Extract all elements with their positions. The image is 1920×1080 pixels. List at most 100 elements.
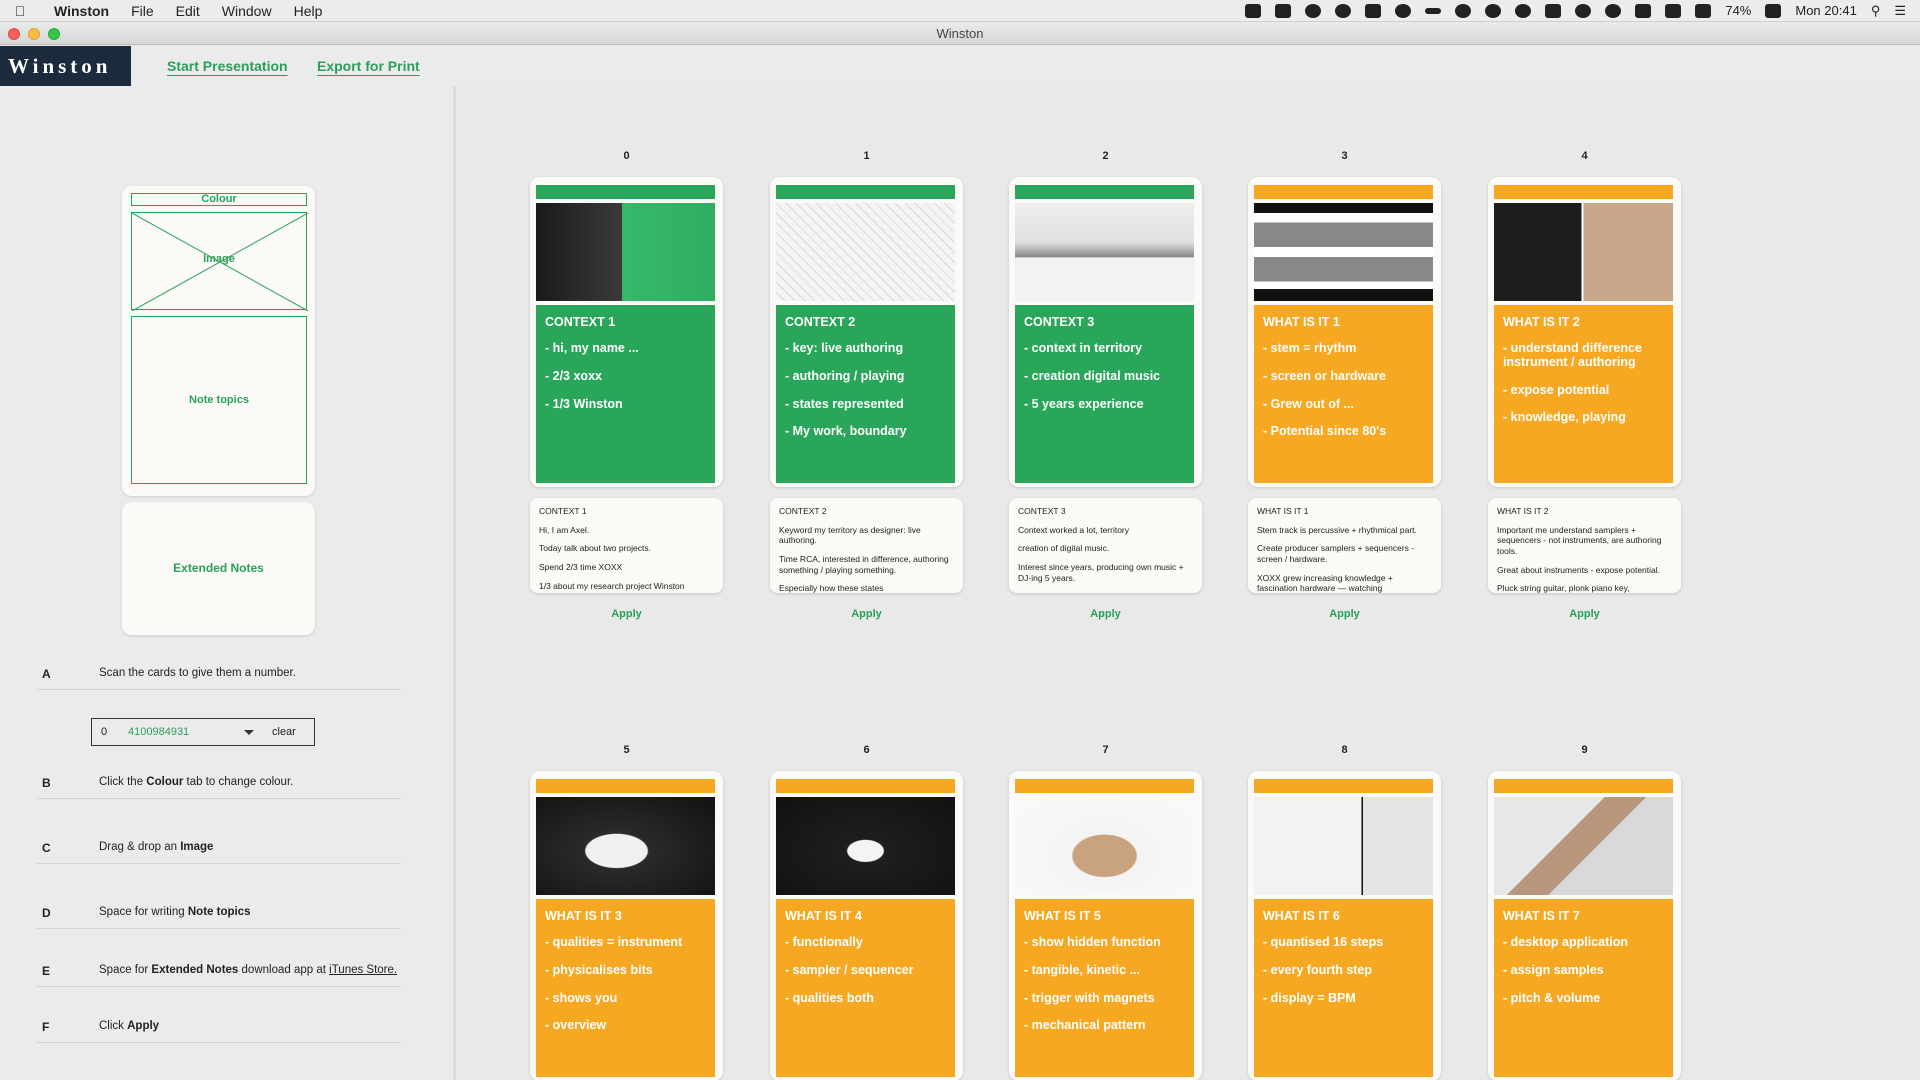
presentation-card[interactable]: CONTEXT 2 - key: live authoring - authorin…	[770, 177, 963, 487]
card-note-topics[interactable]: WHAT IS IT 5 - show hidden function - tang…	[1015, 899, 1194, 1077]
note-line: Stem track is percussive + rhythmical pa…	[1257, 524, 1417, 535]
card-note-topics[interactable]: WHAT IS IT 1 - stem = rhythm - screen or h…	[1254, 305, 1433, 483]
card-colour-tab[interactable]	[1494, 779, 1673, 793]
menu-app-name[interactable]: Winston	[40, 3, 120, 19]
spotlight-search-icon[interactable]: ⚲	[1871, 3, 1881, 19]
card-number: 7	[1102, 744, 1109, 756]
presentation-card[interactable]: WHAT IS IT 1 - stem = rhythm - screen or h…	[1248, 177, 1441, 487]
info-icon[interactable]	[1485, 3, 1502, 18]
card-image-studio-shelf-photo[interactable]	[1015, 203, 1194, 301]
extended-notes-card[interactable]: WHAT IS IT 1 Stem track is percussive + r…	[1248, 498, 1441, 593]
presentation-card[interactable]: WHAT IS IT 3 - qualities = instrument - ph…	[530, 771, 723, 1080]
screen-icon[interactable]	[1365, 3, 1382, 18]
card-note-topics[interactable]: WHAT IS IT 4 - functionally - sampler / se…	[776, 899, 955, 1077]
card-image-sequencer-and-piano-photo[interactable]	[1494, 203, 1673, 301]
card-image-single-disc-device-photo[interactable]	[776, 797, 955, 895]
apply-button[interactable]: Apply	[1009, 608, 1202, 620]
extended-notes-card[interactable]: CONTEXT 3 Context worked a lot, territory…	[1009, 498, 1202, 593]
step-letter: D	[42, 906, 51, 920]
itunes-store-link[interactable]: iTunes Store.	[329, 964, 397, 976]
card-image-sketch-collage[interactable]	[776, 203, 955, 301]
note-title: CONTEXT 2	[779, 506, 827, 516]
scanner-code-select[interactable]: 4100984931	[128, 726, 189, 738]
apply-button[interactable]: Apply	[530, 608, 723, 620]
export-for-print-link[interactable]: Export for Print	[317, 58, 420, 74]
card-layout-legend: Colour Image Note topics	[122, 186, 315, 496]
card-note-topics[interactable]: WHAT IS IT 3 - qualities = instrument - ph…	[536, 899, 715, 1077]
bluetooth-icon[interactable]	[1575, 3, 1592, 18]
record-icon[interactable]	[1335, 3, 1352, 18]
menu-window[interactable]: Window	[211, 3, 283, 19]
card-colour-tab[interactable]	[1494, 185, 1673, 199]
card-topic: - stem = rhythm	[1263, 341, 1357, 355]
extended-notes-card[interactable]: CONTEXT 2 Keyword my territory as designe…	[770, 498, 963, 593]
card-image-hardware-samplers-grid[interactable]	[1254, 203, 1433, 301]
card-colour-tab[interactable]	[776, 185, 955, 199]
card-colour-tab[interactable]	[1015, 779, 1194, 793]
card-note-topics[interactable]: CONTEXT 3 - context in territory - creatio…	[1015, 305, 1194, 483]
apply-button[interactable]: Apply	[1488, 608, 1681, 620]
card-note-topics[interactable]: WHAT IS IT 7 - desktop application - assig…	[1494, 899, 1673, 1077]
card-colour-tab[interactable]	[536, 185, 715, 199]
dropbox-icon[interactable]	[1245, 3, 1262, 18]
menu-file[interactable]: File	[120, 3, 165, 19]
clock[interactable]: Mon 20:41	[1795, 3, 1856, 18]
card-note-topics[interactable]: WHAT IS IT 6 - quantised 16 steps - every …	[1254, 899, 1433, 1077]
cloud-icon[interactable]	[1395, 3, 1412, 18]
presentation-card[interactable]: WHAT IS IT 7 - desktop application - assig…	[1488, 771, 1681, 1080]
presentation-card[interactable]: WHAT IS IT 2 - understand difference inst…	[1488, 177, 1681, 487]
battery-percent[interactable]: 74%	[1725, 3, 1751, 18]
card-image-disc-device-photo[interactable]	[536, 797, 715, 895]
card-image-man-holding-device-photo[interactable]	[1015, 797, 1194, 895]
drive-icon[interactable]	[1275, 3, 1292, 18]
apple-menu-icon[interactable]: 	[0, 3, 40, 19]
eye-icon[interactable]	[1455, 3, 1472, 18]
apply-button[interactable]: Apply	[1248, 608, 1441, 620]
display-icon[interactable]	[1545, 3, 1562, 18]
start-presentation-link[interactable]: Start Presentation	[167, 58, 288, 74]
presentation-card[interactable]: WHAT IS IT 6 - quantised 16 steps - every …	[1248, 771, 1441, 1080]
presentation-card[interactable]: CONTEXT 1 - hi, my name ... - 2/3 xoxx - 1/…	[530, 177, 723, 487]
card-colour-tab[interactable]	[1254, 779, 1433, 793]
card-topic: - shows you	[545, 990, 618, 1005]
cards-canvas: 0 CONTEXT 1 - hi, my name ... - 2/3 xoxx - 1…	[459, 86, 1920, 1080]
zoom-window-button[interactable]	[48, 28, 60, 40]
card-note-topics[interactable]: CONTEXT 1 - hi, my name ... - 2/3 xoxx - 1/…	[536, 305, 715, 483]
close-window-button[interactable]	[8, 28, 20, 40]
menu-help[interactable]: Help	[283, 3, 334, 19]
menu-edit[interactable]: Edit	[165, 3, 211, 19]
sync-icon[interactable]	[1305, 3, 1322, 18]
card-colour-tab[interactable]	[776, 779, 955, 793]
minimize-window-button[interactable]	[28, 28, 40, 40]
presentation-card[interactable]: WHAT IS IT 5 - show hidden function - tang…	[1009, 771, 1202, 1080]
presentation-card[interactable]: CONTEXT 3 - context in territory - creatio…	[1009, 177, 1202, 487]
battery-icon[interactable]	[1765, 3, 1782, 18]
volume-icon[interactable]	[1665, 3, 1682, 18]
card-image-desktop-app-photo[interactable]	[1494, 797, 1673, 895]
card-image-hand-on-device-photo[interactable]	[536, 203, 715, 301]
card-colour-tab[interactable]	[1254, 185, 1433, 199]
time-machine-icon[interactable]	[1605, 3, 1622, 18]
clear-button[interactable]: clear	[272, 726, 296, 738]
card-topic: - states represented	[785, 396, 904, 411]
presentation-card[interactable]: WHAT IS IT 4 - functionally - sampler / se…	[770, 771, 963, 1080]
battery-bar-icon[interactable]	[1425, 7, 1442, 14]
card-note-topics[interactable]: CONTEXT 2 - key: live authoring - authorin…	[776, 305, 955, 483]
card-title: WHAT IS IT 4	[785, 909, 862, 923]
card-colour-tab[interactable]	[1015, 185, 1194, 199]
creative-cloud-icon[interactable]	[1515, 3, 1532, 18]
card-note-topics[interactable]: WHAT IS IT 2 - understand difference inst…	[1494, 305, 1673, 483]
apply-button[interactable]: Apply	[770, 608, 963, 620]
card-title: WHAT IS IT 1	[1263, 315, 1340, 329]
chevron-down-icon[interactable]	[244, 730, 254, 735]
keyboard-icon[interactable]	[1635, 3, 1652, 18]
card-image-disc-drawing-photo[interactable]	[1254, 797, 1433, 895]
notification-center-icon[interactable]: ☰	[1894, 3, 1906, 19]
wifi-icon[interactable]	[1695, 3, 1712, 18]
card-topic: - show hidden function	[1024, 935, 1161, 949]
card-colour-tab[interactable]	[536, 779, 715, 793]
card-title: CONTEXT 3	[1024, 315, 1095, 329]
step-text: Space for writing Note topics	[99, 906, 251, 918]
extended-notes-card[interactable]: WHAT IS IT 2 Important me understand samp…	[1488, 498, 1681, 593]
extended-notes-card[interactable]: CONTEXT 1 Hi, I am Axel. Today talk about …	[530, 498, 723, 593]
